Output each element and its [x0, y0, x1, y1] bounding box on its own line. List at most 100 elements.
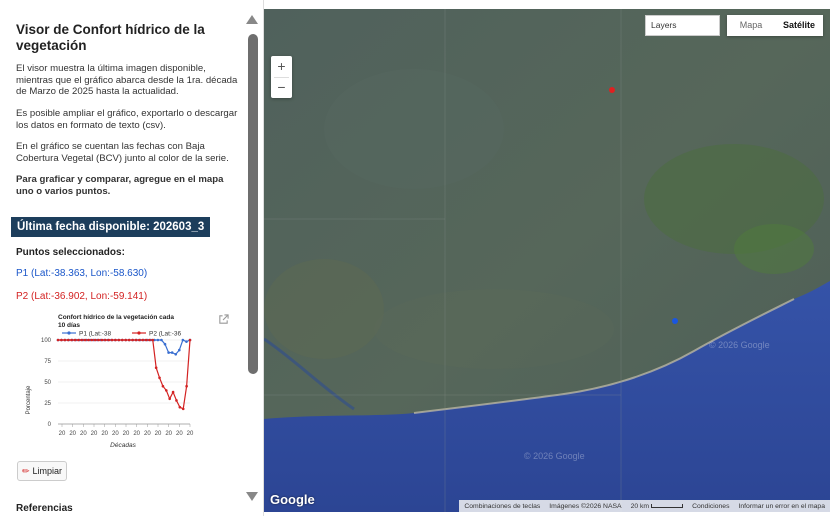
series-point-p2	[104, 338, 107, 342]
terms-link[interactable]: Condiciones	[692, 503, 729, 510]
map-type-satellite-button[interactable]: Satélite	[775, 15, 823, 36]
series-point-p2	[165, 389, 168, 392]
x-tick-label: 20	[144, 431, 151, 437]
point-p2-label[interactable]: P2 (Lat:-36.902, Lon:-59.141)	[16, 291, 147, 302]
series-point-p2	[97, 338, 100, 342]
map-type-control: Mapa Satélite	[727, 15, 823, 36]
series-point-p2	[124, 338, 127, 342]
x-tick-label: 20	[80, 431, 87, 437]
series-point-p2	[66, 338, 70, 342]
series-point-p2	[178, 405, 182, 409]
series-point-p2	[154, 366, 158, 370]
layers-selector[interactable]: Layers	[645, 15, 720, 36]
scale-bar-icon	[651, 503, 684, 508]
legend-label: P2 (Lat:-36	[149, 331, 182, 338]
panel-scrollbar[interactable]	[244, 10, 262, 506]
series-point-p2	[185, 384, 188, 388]
scroll-down-arrow-icon[interactable]	[246, 492, 258, 501]
x-tick-label: 20	[165, 431, 172, 437]
series-point-p2	[114, 338, 117, 342]
zoom-out-button[interactable]: −	[271, 77, 292, 98]
zoom-control: + −	[271, 56, 292, 98]
series-point-p2	[151, 338, 155, 342]
series-point-p2	[107, 338, 111, 342]
chart-y-label: Porcentaje	[26, 385, 32, 414]
series-point-p1	[163, 342, 167, 346]
series-point-p2	[144, 338, 148, 342]
scale-indicator: 20 km	[631, 503, 684, 510]
scrollbar-thumb[interactable]	[248, 34, 258, 374]
point-p1-label[interactable]: P1 (Lat:-38.363, Lon:-58.630)	[16, 268, 147, 279]
x-tick-label: 20	[101, 431, 108, 437]
series-point-p2	[188, 338, 192, 342]
series-point-p2	[171, 390, 175, 394]
chart-x-label: Décadas	[110, 442, 136, 449]
series-point-p2	[93, 338, 97, 342]
chart-y-ticks: 0 25 50 75 100	[41, 338, 52, 428]
map-watermark: © 2026 Google	[524, 451, 585, 461]
selected-points-heading: Puntos seleccionados:	[16, 247, 125, 258]
legend-swatch-dot	[137, 331, 141, 335]
x-tick-label: 20	[112, 431, 119, 437]
map-watermark-2: © 2026 Google	[709, 340, 770, 350]
series-point-p2	[127, 338, 131, 342]
series-point-p2	[110, 338, 114, 342]
series-point-p1	[174, 352, 178, 356]
clear-button[interactable]: ✏ Limpiar	[17, 461, 67, 481]
x-tick-label: 20	[59, 431, 66, 437]
series-point-p2	[121, 338, 124, 342]
series-point-p2	[56, 338, 60, 342]
series-point-p1	[160, 338, 163, 342]
map-marker-p2[interactable]	[609, 87, 615, 93]
series-point-p1	[181, 338, 185, 342]
map-marker-p1[interactable]	[672, 318, 678, 324]
series-point-p2	[137, 338, 141, 342]
map-view[interactable]: © 2026 Google © 2026 Google + − Layers M…	[264, 9, 830, 512]
x-tick-label: 20	[91, 431, 98, 437]
series-point-p2	[60, 338, 63, 342]
chart[interactable]: Confort hídrico de la vegetación cada 10…	[18, 310, 218, 452]
panel-title: Visor de Confort hídrico de la vegetació…	[16, 22, 205, 53]
series-point-p2	[141, 338, 144, 342]
chart-series	[56, 338, 192, 411]
clear-button-label: Limpiar	[32, 466, 63, 476]
series-point-p2	[90, 338, 94, 342]
google-logo: Google	[270, 492, 315, 507]
zoom-in-button[interactable]: +	[271, 56, 292, 77]
y-tick-label: 100	[41, 338, 52, 344]
series-line-p1	[58, 339, 191, 356]
series-point-p2	[73, 338, 77, 342]
x-tick-label: 20	[69, 431, 76, 437]
open-external-icon[interactable]	[218, 314, 229, 325]
instructions-paragraph: Para graficar y comparar, agregue en el …	[16, 174, 224, 197]
legend-label: P1 (Lat:-38	[79, 331, 112, 338]
report-error-link[interactable]: Informar un error en el mapa	[738, 503, 825, 510]
x-tick-label: 20	[133, 431, 140, 437]
series-point-p2	[175, 399, 178, 402]
x-tick-label: 20	[155, 431, 162, 437]
x-tick-label: 20	[123, 431, 130, 437]
map-type-map-button[interactable]: Mapa	[727, 15, 775, 36]
series-point-p2	[80, 338, 83, 342]
x-tick-label: 20	[187, 431, 194, 437]
zoom-divider	[274, 77, 289, 78]
series-point-p2	[158, 376, 161, 380]
imagery-credit: Imágenes ©2026 NASA	[549, 502, 622, 510]
chart-legend: P1 (Lat:-38 P2 (Lat:-36	[62, 331, 182, 338]
x-tick-label: 20	[176, 431, 183, 437]
legend-swatch-dot	[67, 331, 71, 335]
bcv-paragraph: En el gráfico se cuentan las fechas con …	[16, 141, 229, 164]
keyboard-shortcuts-link[interactable]: Combinaciones de teclas	[464, 503, 540, 510]
series-point-p2	[83, 338, 87, 342]
chart-title: Confort hídrico de la vegetación cada	[58, 314, 174, 321]
series-point-p1	[185, 340, 188, 343]
y-tick-label: 25	[44, 401, 51, 407]
series-point-p1	[170, 351, 174, 354]
series-point-p1	[167, 351, 170, 354]
y-tick-label: 50	[44, 380, 51, 386]
series-point-p2	[87, 338, 90, 342]
y-tick-label: 0	[48, 422, 52, 428]
scroll-up-arrow-icon[interactable]	[246, 15, 258, 24]
chart-x-ticks: 20 20 20 20 20 20 20 20 20 20 20 20 20	[59, 424, 194, 437]
intro-paragraph: El visor muestra la última imagen dispon…	[16, 63, 238, 97]
